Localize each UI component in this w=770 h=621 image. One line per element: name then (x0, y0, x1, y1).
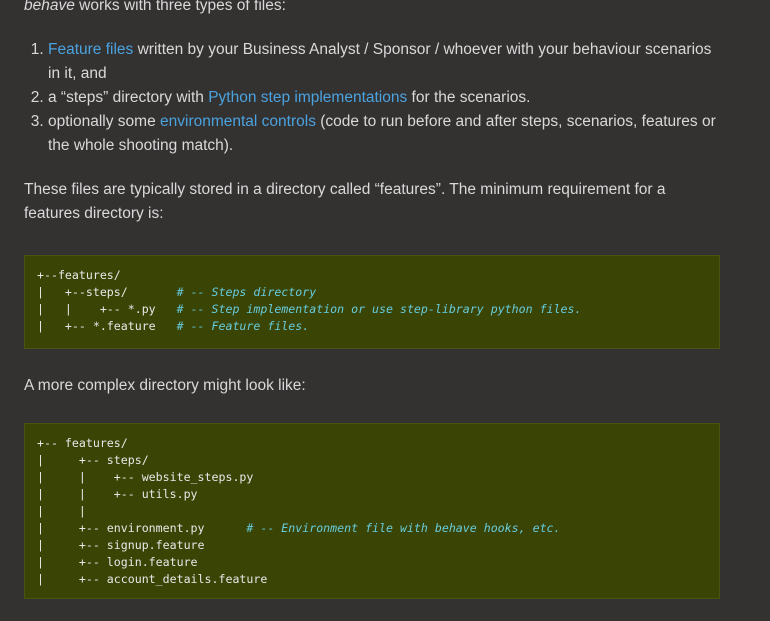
list-item-text: for the scenarios. (407, 89, 531, 106)
code-line: | | +-- utils.py (37, 487, 198, 501)
complex-tree-code-block: +-- features/ | +-- steps/ | | +-- websi… (24, 423, 720, 599)
features-dir-paragraph: These files are typically stored in a di… (24, 181, 666, 222)
list-item: optionally some environmental controls (… (48, 110, 720, 158)
environmental-controls-link[interactable]: environmental controls (160, 113, 316, 130)
complex-dir-paragraph: A more complex directory might look like… (24, 377, 306, 394)
code-line: | +-- signup.feature (37, 538, 205, 552)
list-item: a “steps” directory with Python step imp… (48, 86, 720, 110)
code-line: +-- features/ (37, 436, 128, 450)
code-line: | +-- steps/ (37, 453, 149, 467)
code-line: | | +-- *.py # -- Step implementation or… (37, 302, 582, 316)
python-steps-link[interactable]: Python step implementations (208, 89, 407, 106)
list-item-text: optionally some (48, 113, 161, 130)
code-line: | +-- login.feature (37, 555, 198, 569)
code-line: | | (37, 504, 86, 518)
intro-paragraph: behave works with three types of files: (24, 0, 720, 18)
code-line: +--features/ (37, 268, 121, 282)
code-line: | | +-- website_steps.py (37, 470, 254, 484)
doc-content: behave works with three types of files: … (24, 0, 720, 599)
list-item: Feature files written by your Business A… (48, 38, 720, 86)
minimal-tree-code-block: +--features/ | +--steps/ # -- Steps dire… (24, 255, 720, 349)
list-item-text: a “steps” directory with (48, 89, 209, 106)
file-types-list: Feature files written by your Business A… (24, 38, 720, 158)
code-line: | +--steps/ # -- Steps directory (37, 285, 317, 299)
feature-files-link[interactable]: Feature files (48, 41, 133, 58)
code-line: | +-- environment.py # -- Environment fi… (37, 521, 561, 535)
intro-text: works with three types of files: (74, 0, 286, 14)
code-line: | +-- account_details.feature (37, 572, 268, 586)
behave-name: behave (24, 0, 75, 14)
code-line: | +-- *.feature # -- Feature files. (37, 319, 310, 333)
list-item-text: written by your Business Analyst / Spons… (48, 41, 712, 82)
